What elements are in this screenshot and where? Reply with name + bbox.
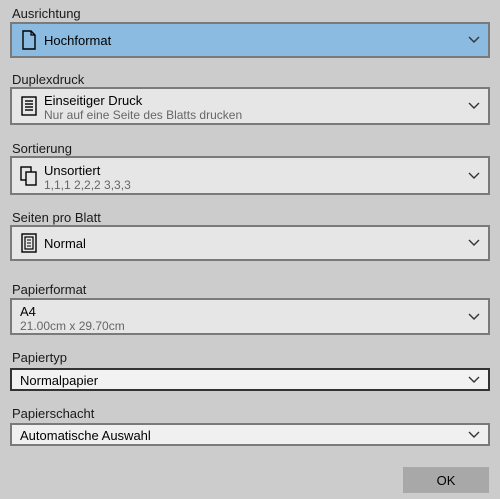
chevron-down-icon (468, 239, 480, 246)
collation-value: Unsortiert (44, 163, 101, 178)
paper-size-label: Papierformat (12, 282, 87, 297)
pages-per-sheet-value: Normal (44, 236, 86, 251)
chevron-down-icon (468, 172, 480, 179)
duplex-dropdown[interactable]: Einseitiger Druck Nur auf eine Seite des… (10, 87, 490, 125)
pages-per-sheet-label: Seiten pro Blatt (12, 210, 101, 225)
orientation-label: Ausrichtung (12, 6, 81, 21)
collation-label: Sortierung (12, 141, 72, 156)
paper-type-value: Normalpapier (20, 373, 99, 388)
collation-detail: 1,1,1 2,2,2 3,3,3 (44, 178, 131, 192)
orientation-dropdown[interactable]: Hochformat (10, 22, 490, 58)
uncollated-icon (20, 165, 37, 186)
single-sided-icon (21, 96, 37, 116)
paper-size-detail: 21.00cm x 29.70cm (20, 319, 125, 333)
paper-type-dropdown[interactable]: Normalpapier (10, 368, 490, 391)
paper-tray-value: Automatische Auswahl (20, 428, 151, 443)
chevron-down-icon (468, 313, 480, 320)
chevron-down-icon (468, 376, 480, 383)
single-page-layout-icon (21, 233, 37, 253)
orientation-value: Hochformat (44, 33, 112, 48)
chevron-down-icon (468, 431, 480, 438)
paper-type-label: Papiertyp (12, 350, 67, 365)
duplex-value: Einseitiger Druck (44, 93, 143, 108)
ok-button[interactable]: OK (403, 467, 489, 493)
paper-tray-dropdown[interactable]: Automatische Auswahl (10, 423, 490, 446)
duplex-label: Duplexdruck (12, 72, 85, 87)
paper-size-value: A4 (20, 304, 36, 319)
paper-tray-label: Papierschacht (12, 406, 95, 421)
duplex-detail: Nur auf eine Seite des Blatts drucken (44, 108, 243, 122)
chevron-down-icon (468, 36, 480, 43)
chevron-down-icon (468, 102, 480, 109)
portrait-page-icon (22, 30, 36, 50)
paper-size-dropdown[interactable]: A4 21.00cm x 29.70cm (10, 298, 490, 335)
pages-per-sheet-dropdown[interactable]: Normal (10, 225, 490, 261)
collation-dropdown[interactable]: Unsortiert 1,1,1 2,2,2 3,3,3 (10, 156, 490, 195)
